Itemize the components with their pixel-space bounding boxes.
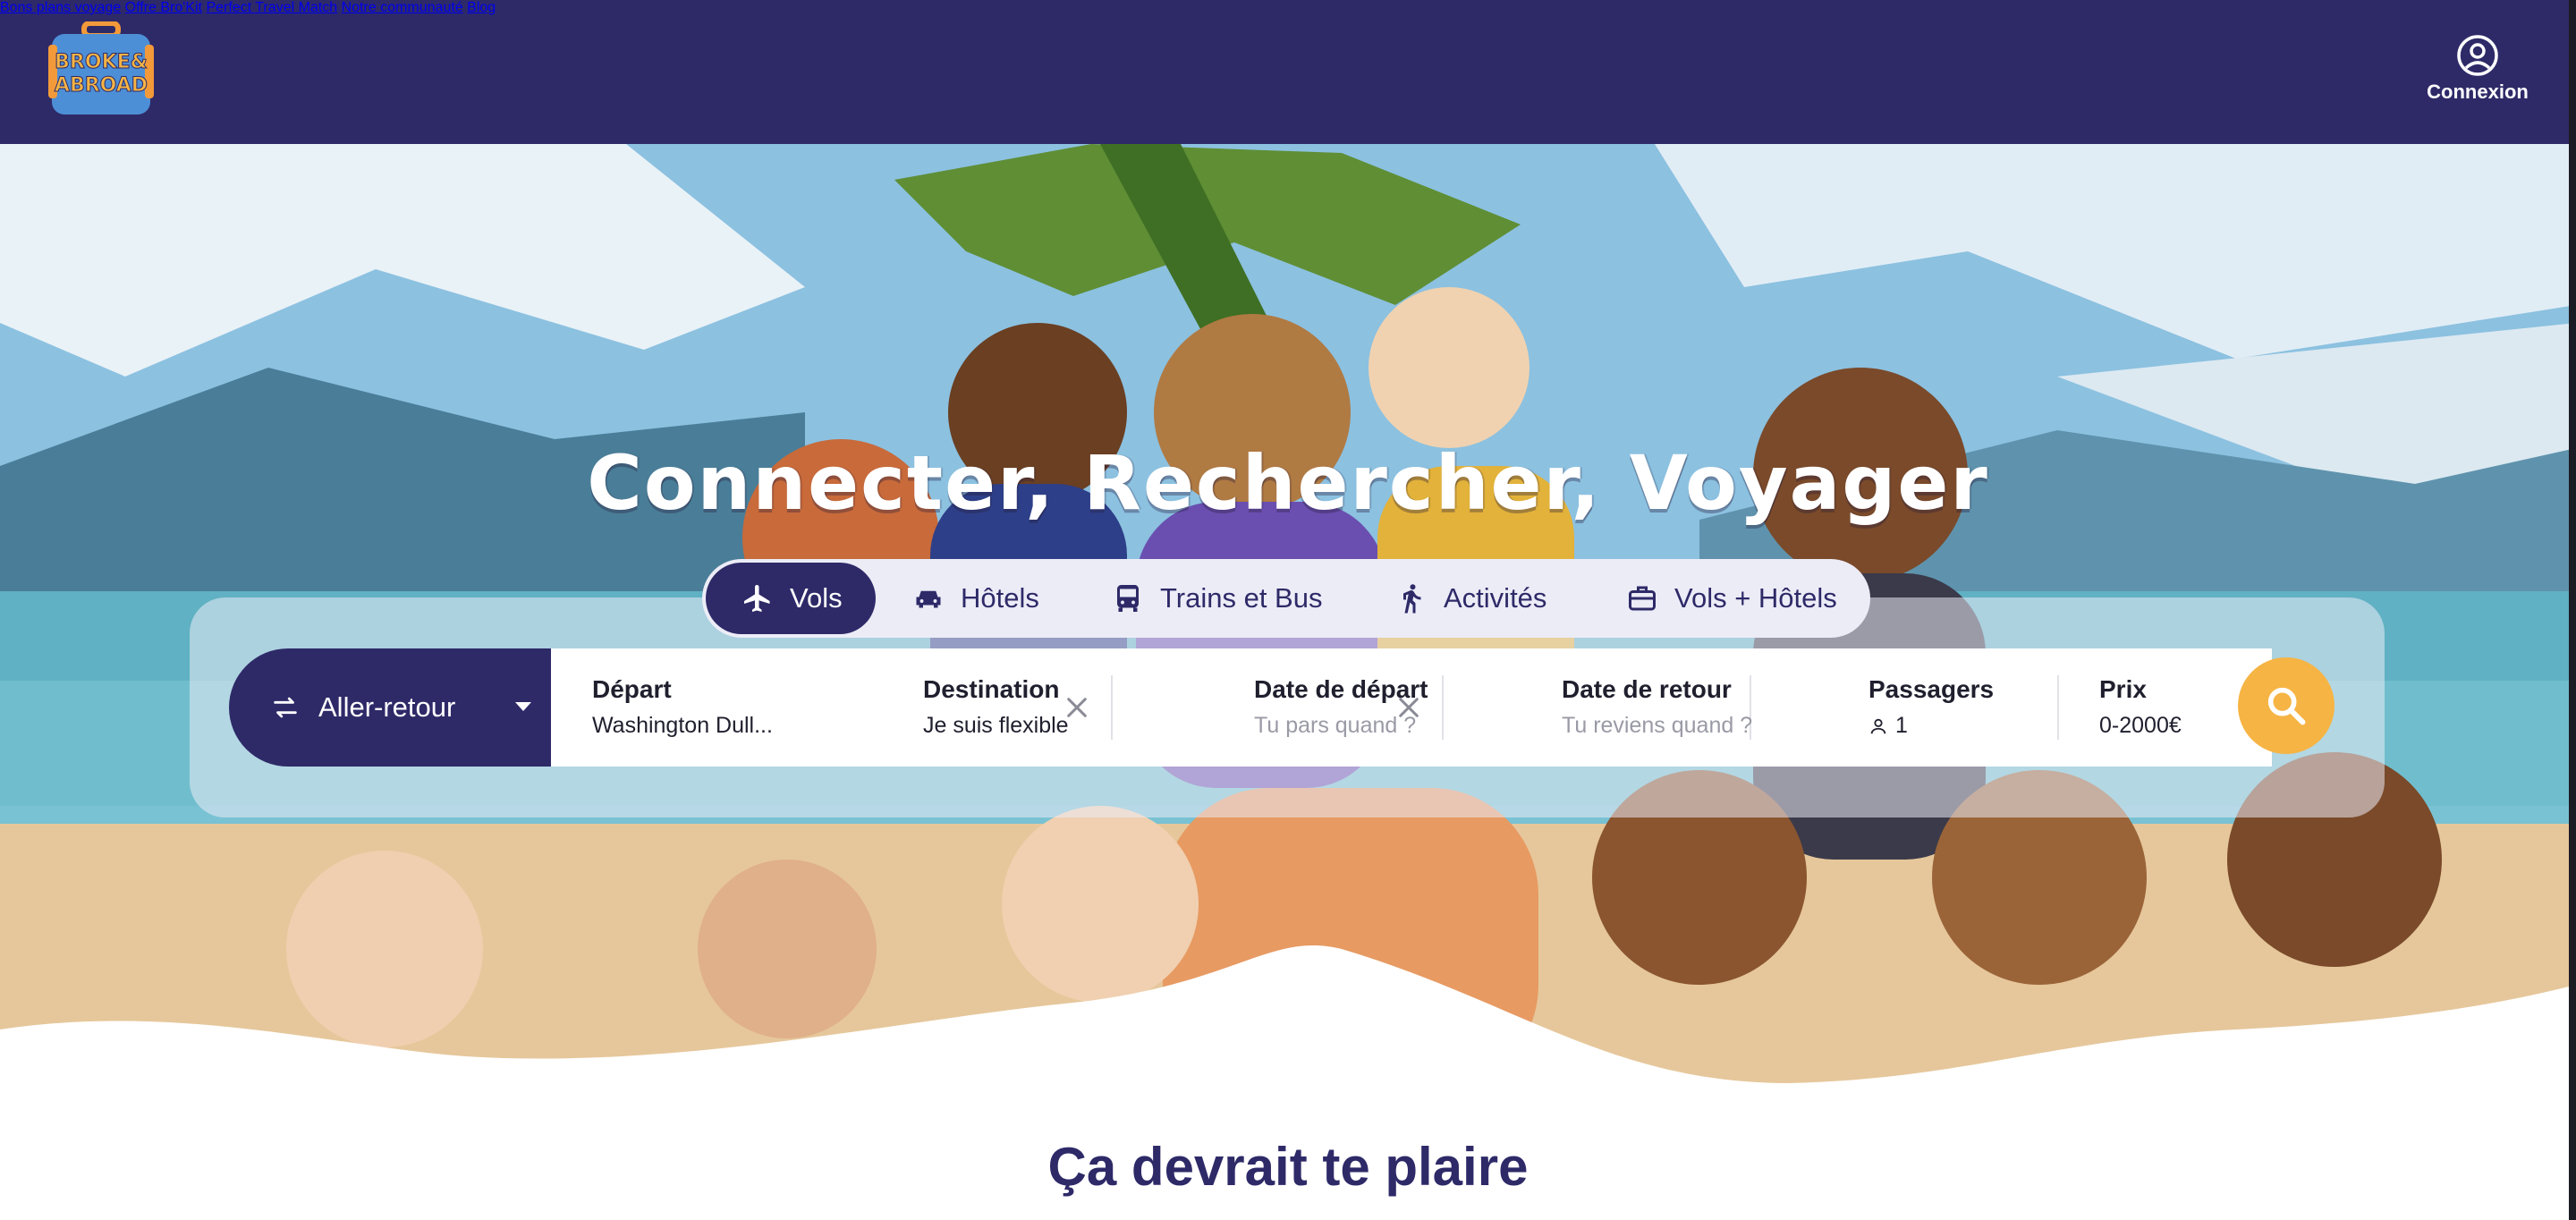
- date-retour-label: Date de retour: [1562, 675, 1732, 703]
- suitcase-logo-icon: BROKE& ABROAD: [48, 21, 154, 114]
- prix-value: 0-2000€: [2099, 713, 2182, 738]
- date-retour-placeholder: Tu reviens quand ?: [1562, 713, 1753, 738]
- login-label: Connexion: [2427, 80, 2529, 103]
- hiker-icon: [1403, 584, 1421, 614]
- destination-label: Destination: [923, 675, 1060, 703]
- window-edge: [2569, 0, 2576, 1220]
- tab-activites[interactable]: Activités: [1395, 563, 1592, 634]
- prix-field[interactable]: Prix 0-2000€: [2099, 648, 2242, 767]
- depart-field[interactable]: Départ Washington Dull...: [592, 648, 798, 767]
- tab-trains-bus[interactable]: Trains et Bus: [1112, 563, 1344, 634]
- logo-text-bottom: ABROAD: [55, 74, 148, 97]
- passagers-value-row: 1: [1868, 713, 2065, 739]
- brand-logo[interactable]: BROKE& ABROAD: [47, 21, 156, 118]
- top-navbar: BROKE& ABROAD Bons plans voyage Offre Br…: [0, 0, 2576, 144]
- passagers-value: 1: [1895, 713, 1908, 738]
- tab-hotels[interactable]: Hôtels: [912, 563, 1091, 634]
- depart-value[interactable]: Washington Dull...: [592, 713, 798, 739]
- trip-type-value: Aller-retour: [318, 691, 456, 723]
- chevron-down-icon: [515, 702, 531, 711]
- search-icon: [2267, 687, 2306, 725]
- nav-communaute[interactable]: Notre communauté: [342, 0, 463, 15]
- flight-search-bar: Aller-retour Départ Washington Dull... D…: [229, 648, 2351, 767]
- depart-label: Départ: [592, 675, 672, 703]
- section-title: Ça devrait te plaire: [1047, 1137, 1529, 1197]
- search-fields: Départ Washington Dull... Destination Je…: [551, 648, 2288, 767]
- date-depart-label: Date de départ: [1254, 675, 1428, 703]
- date-retour-field[interactable]: Date de retour Tu reviens quand ?: [1562, 648, 1830, 767]
- bus-icon: [1117, 585, 1139, 612]
- passagers-label: Passagers: [1868, 675, 1995, 703]
- nav-perfect-travel-match[interactable]: Perfect Travel Match: [206, 0, 337, 15]
- hero-title: Connecter, Rechercher, Voyager: [587, 439, 1989, 527]
- destination-field[interactable]: Destination Je suis flexible: [923, 648, 1138, 767]
- user-circle-icon: [2457, 35, 2498, 76]
- prix-label: Prix: [2099, 675, 2147, 703]
- tab-activites-label: Activités: [1444, 582, 1547, 614]
- date-depart-placeholder: Tu pars quand ?: [1254, 713, 1417, 738]
- nav-offre-brokit[interactable]: Offre Bro'Kit: [125, 0, 202, 15]
- nav-blog[interactable]: Blog: [467, 0, 496, 15]
- plane-icon: [744, 585, 770, 612]
- swap-arrows-icon: [274, 697, 297, 718]
- suitcase-icon: [1629, 586, 1656, 611]
- tab-hotels-label: Hôtels: [961, 582, 1039, 614]
- passagers-field[interactable]: Passagers 1: [1868, 648, 2065, 767]
- person-icon: [1870, 718, 1886, 733]
- date-depart-field[interactable]: Date de départ Tu pars quand ?: [1254, 648, 1522, 767]
- tab-vols-label: Vols: [790, 582, 843, 614]
- login-button[interactable]: Connexion: [2415, 34, 2540, 114]
- car-icon: [916, 590, 941, 608]
- search-tabs: Vols Hôtels Trains et Bus Activités Vols…: [702, 559, 1870, 638]
- tab-vols[interactable]: Vols: [706, 563, 876, 634]
- main-nav: Bons plans voyage Offre Bro'Kit Perfect …: [0, 0, 2576, 16]
- logo-text-top: BROKE&: [55, 51, 148, 73]
- tab-vols-hotels-label: Vols + Hôtels: [1674, 582, 1837, 614]
- tab-vols-hotels[interactable]: Vols + Hôtels: [1626, 563, 1859, 634]
- search-button[interactable]: [2238, 657, 2334, 754]
- destination-value[interactable]: Je suis flexible: [923, 713, 1138, 739]
- tab-trains-bus-label: Trains et Bus: [1160, 582, 1323, 614]
- nav-bons-plans[interactable]: Bons plans voyage: [0, 0, 121, 15]
- trip-type-select[interactable]: Aller-retour: [229, 648, 551, 767]
